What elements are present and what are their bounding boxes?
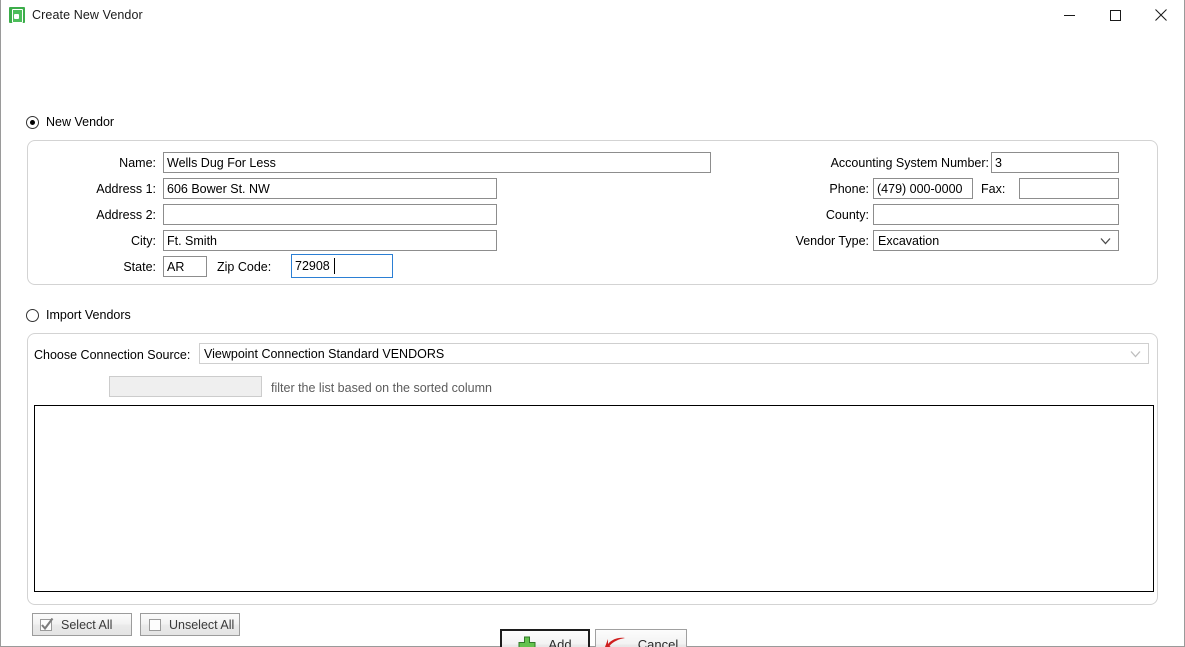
label-county: County: <box>825 208 869 222</box>
label-city: City: <box>131 234 156 248</box>
red-undo-arrow-icon <box>604 636 626 647</box>
county-input[interactable] <box>873 204 1119 225</box>
dialog-body: New Vendor Name: Address 1: Address 2: C… <box>1 30 1184 647</box>
checked-checkbox-icon <box>40 617 54 632</box>
filter-hint-text: filter the list based on the sorted colu… <box>271 381 492 395</box>
radio-new-vendor[interactable]: New Vendor <box>26 115 114 129</box>
vendor-type-value: Excavation <box>878 233 940 248</box>
vendor-type-select[interactable]: Excavation <box>873 230 1119 251</box>
address-2-input[interactable] <box>163 204 497 225</box>
radio-new-vendor-label: New Vendor <box>46 115 115 129</box>
green-plus-icon <box>518 636 536 647</box>
connection-source-value: Viewpoint Connection Standard VENDORS <box>204 346 445 361</box>
cancel-label: Cancel <box>637 637 679 647</box>
unselect-all-button[interactable]: Unselect All <box>140 613 240 636</box>
title-bar: Create New Vendor <box>1 0 1184 30</box>
city-input[interactable] <box>163 230 497 251</box>
vendor-app-icon <box>9 6 25 23</box>
name-input[interactable] <box>163 152 711 173</box>
state-input[interactable] <box>163 256 207 277</box>
create-new-vendor-window: Create New Vendor New Vendor Name: Addre… <box>0 0 1185 647</box>
add-label: Add <box>548 637 572 647</box>
zip-code-input[interactable] <box>291 254 393 278</box>
label-zip-code: Zip Code: <box>217 260 272 274</box>
add-button[interactable]: Add <box>500 629 590 647</box>
accounting-system-number-input[interactable] <box>991 152 1119 173</box>
chevron-down-icon <box>1130 350 1141 357</box>
address-1-input[interactable] <box>163 178 497 199</box>
select-all-button[interactable]: Select All <box>32 613 132 636</box>
label-address-2: Address 2: <box>96 208 156 222</box>
filter-input[interactable] <box>109 376 262 397</box>
fax-input[interactable] <box>1019 178 1119 199</box>
close-icon[interactable] <box>1138 0 1184 30</box>
vendor-list[interactable] <box>34 405 1154 592</box>
radio-import-vendors[interactable]: Import Vendors <box>26 308 131 322</box>
label-choose-connection-source: Choose Connection Source: <box>34 348 191 362</box>
window-controls <box>1046 0 1184 30</box>
text-caret <box>334 258 335 274</box>
select-all-label: Select All <box>61 617 113 632</box>
empty-checkbox-icon <box>148 618 162 632</box>
label-phone: Phone: <box>829 182 869 196</box>
label-accounting-system-number: Accounting System Number: <box>830 156 989 170</box>
window-title: Create New Vendor <box>32 7 143 22</box>
maximize-icon[interactable] <box>1092 0 1138 30</box>
radio-import-vendors-indicator <box>26 308 39 322</box>
label-name: Name: <box>119 156 156 170</box>
unselect-all-label: Unselect All <box>169 617 235 632</box>
radio-import-vendors-label: Import Vendors <box>46 308 131 322</box>
label-fax: Fax: <box>981 182 1006 196</box>
radio-new-vendor-indicator <box>26 115 39 129</box>
label-vendor-type: Vendor Type: <box>795 234 869 248</box>
minimize-icon[interactable] <box>1046 0 1092 30</box>
label-state: State: <box>123 260 156 274</box>
cancel-button[interactable]: Cancel <box>595 629 687 647</box>
chevron-down-icon <box>1100 237 1111 244</box>
label-address-1: Address 1: <box>96 182 156 196</box>
phone-input[interactable] <box>873 178 973 199</box>
connection-source-select[interactable]: Viewpoint Connection Standard VENDORS <box>199 343 1149 364</box>
